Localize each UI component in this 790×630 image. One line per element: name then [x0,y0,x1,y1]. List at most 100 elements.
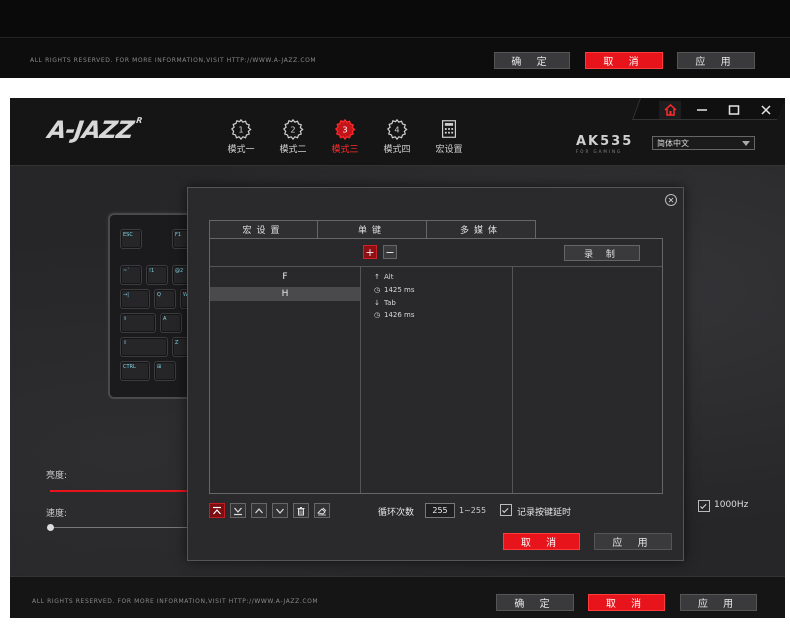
record-delay-label: 记录按键延时 [517,508,572,518]
key-tilde[interactable]: ~` [120,265,142,285]
cancel-button[interactable]: 取 消 [588,594,665,611]
calculator-icon [441,120,457,138]
clock-icon: ◷ [373,311,381,320]
minimize-icon[interactable] [691,101,713,119]
macro-steps-list: ↑ Alt ◷ 1425 ms ↓ Tab ◷ 1426 ms [361,267,513,493]
cancel-button[interactable]: 取 消 [585,52,663,69]
step-text: 1426 ms [384,311,415,320]
tab-single-key[interactable]: 单键 [318,220,427,238]
checkmark-icon [700,502,707,509]
tab-mode-2-label: 模式二 [279,145,307,155]
gear-4-icon: 4 [386,118,408,140]
key-a[interactable]: A [160,313,182,333]
ok-button[interactable]: 确 定 [496,594,574,611]
app-footer: ALL RIGHTS RESERVED. FOR MORE INFORMATIO… [10,576,785,618]
key-q[interactable]: Q [154,289,176,309]
tab-macro-settings[interactable]: 宏设置 [430,118,468,155]
ok-button[interactable]: 确 定 [494,52,570,69]
macro-panel: + − 录 制 F H ↑ Alt ◷ 1425 ms ↓ Tab ◷ 1426 ms [209,238,663,494]
svg-text:1: 1 [238,125,243,135]
polling-rate-label: 1000Hz [714,500,749,510]
model-name: AK535 [576,134,634,149]
move-up-icon[interactable] [251,503,267,518]
dialog-tabs: 宏设置 单键 多媒体 [209,220,536,238]
speed-slider-thumb[interactable] [47,524,54,531]
macro-item-f[interactable]: F [210,270,360,284]
speed-slider[interactable] [50,527,188,528]
svg-text:4: 4 [394,125,399,135]
svg-text:3: 3 [342,125,347,135]
move-down-icon[interactable] [272,503,288,518]
tab-mode-2[interactable]: 2 模式二 [274,118,312,155]
tab-mode-3-label: 模式三 [331,145,359,155]
key-win[interactable]: ⊞ [154,361,176,381]
window-controls [659,100,777,120]
tab-multimedia[interactable]: 多媒体 [427,220,536,238]
key-1[interactable]: !1 [146,265,168,285]
step-actions [209,503,330,518]
brightness-slider[interactable] [50,490,188,492]
polling-rate-checkbox[interactable] [698,500,710,512]
step-row[interactable]: ↓ Tab [373,296,512,309]
tab-macro-settings[interactable]: 宏设置 [209,220,318,238]
speed-label: 速度: [46,509,68,519]
macro-item-h[interactable]: H [210,287,360,301]
copyright-text: ALL RIGHTS RESERVED. FOR MORE INFORMATIO… [32,598,319,605]
key-shift[interactable]: ⇧ [120,337,168,357]
macro-list: F H [210,267,361,493]
registered-mark: R [135,116,142,125]
model-subtitle: FOR GAMING [576,149,623,154]
record-button[interactable]: 录 制 [564,245,640,261]
brand-logo: A-JAZZR [46,116,142,144]
macro-toolbar: + − 录 制 [210,239,662,267]
arrow-up-icon: ↑ [374,273,380,282]
apply-button[interactable]: 应 用 [677,52,755,69]
key-capslock[interactable]: ⇪ [120,313,156,333]
tab-mode-4[interactable]: 4 模式四 [378,118,416,155]
macro-dialog: ✕ 宏设置 单键 多媒体 + − 录 制 F H ↑ Alt ◷ 1425 ms ↓… [187,187,684,561]
checkmark-icon [502,506,509,513]
key-ctrl[interactable]: CTRL [120,361,150,381]
apply-button[interactable]: 应 用 [680,594,757,611]
brightness-label: 亮度: [46,471,68,481]
arrow-down-icon: ↓ [374,298,380,307]
tab-macro-settings-label: 宏设置 [435,145,463,155]
background-window: ALL RIGHTS RESERVED. FOR MORE INFORMATIO… [0,0,790,78]
gear-2-icon: 2 [282,118,304,140]
chevron-down-icon [742,141,750,146]
loop-count-input[interactable] [425,503,455,518]
mode-tabs: 1 模式一 2 模式二 3 模式三 4 模式四 宏设置 [222,118,468,155]
macro-detail-pane [513,267,662,493]
maximize-icon[interactable] [723,101,745,119]
close-icon[interactable]: ✕ [665,194,677,206]
step-row[interactable]: ↑ Alt [373,271,512,284]
close-icon[interactable] [755,101,777,119]
loop-count-range: 1~255 [459,506,487,515]
step-row[interactable]: ◷ 1426 ms [373,309,512,322]
trash-icon[interactable] [293,503,309,518]
remove-macro-button[interactable]: − [383,245,397,259]
svg-text:2: 2 [290,125,295,135]
dialog-apply-button[interactable]: 应 用 [594,533,672,550]
copyright-text: ALL RIGHTS RESERVED. FOR MORE INFORMATIO… [30,57,317,64]
eraser-icon[interactable] [314,503,330,518]
loop-count-label: 循环次数 [378,508,415,518]
dialog-cancel-button[interactable]: 取 消 [503,533,580,550]
tab-mode-4-label: 模式四 [383,145,411,155]
step-text: Tab [384,298,396,307]
home-icon[interactable] [659,101,681,119]
add-macro-button[interactable]: + [363,245,377,259]
language-select[interactable]: 简体中文 [652,136,755,150]
background-window-header [0,0,790,38]
key-tab[interactable]: →| [120,289,150,309]
move-bottom-icon[interactable] [230,503,246,518]
clock-icon: ◷ [373,286,381,295]
key-esc[interactable]: ESC [120,229,142,249]
tab-mode-3[interactable]: 3 模式三 [326,118,364,155]
tab-mode-1[interactable]: 1 模式一 [222,118,260,155]
step-row[interactable]: ◷ 1425 ms [373,284,512,297]
move-top-icon[interactable] [209,503,225,518]
gear-3-icon: 3 [334,118,356,140]
record-delay-checkbox[interactable] [500,504,512,516]
step-text: Alt [384,273,394,282]
